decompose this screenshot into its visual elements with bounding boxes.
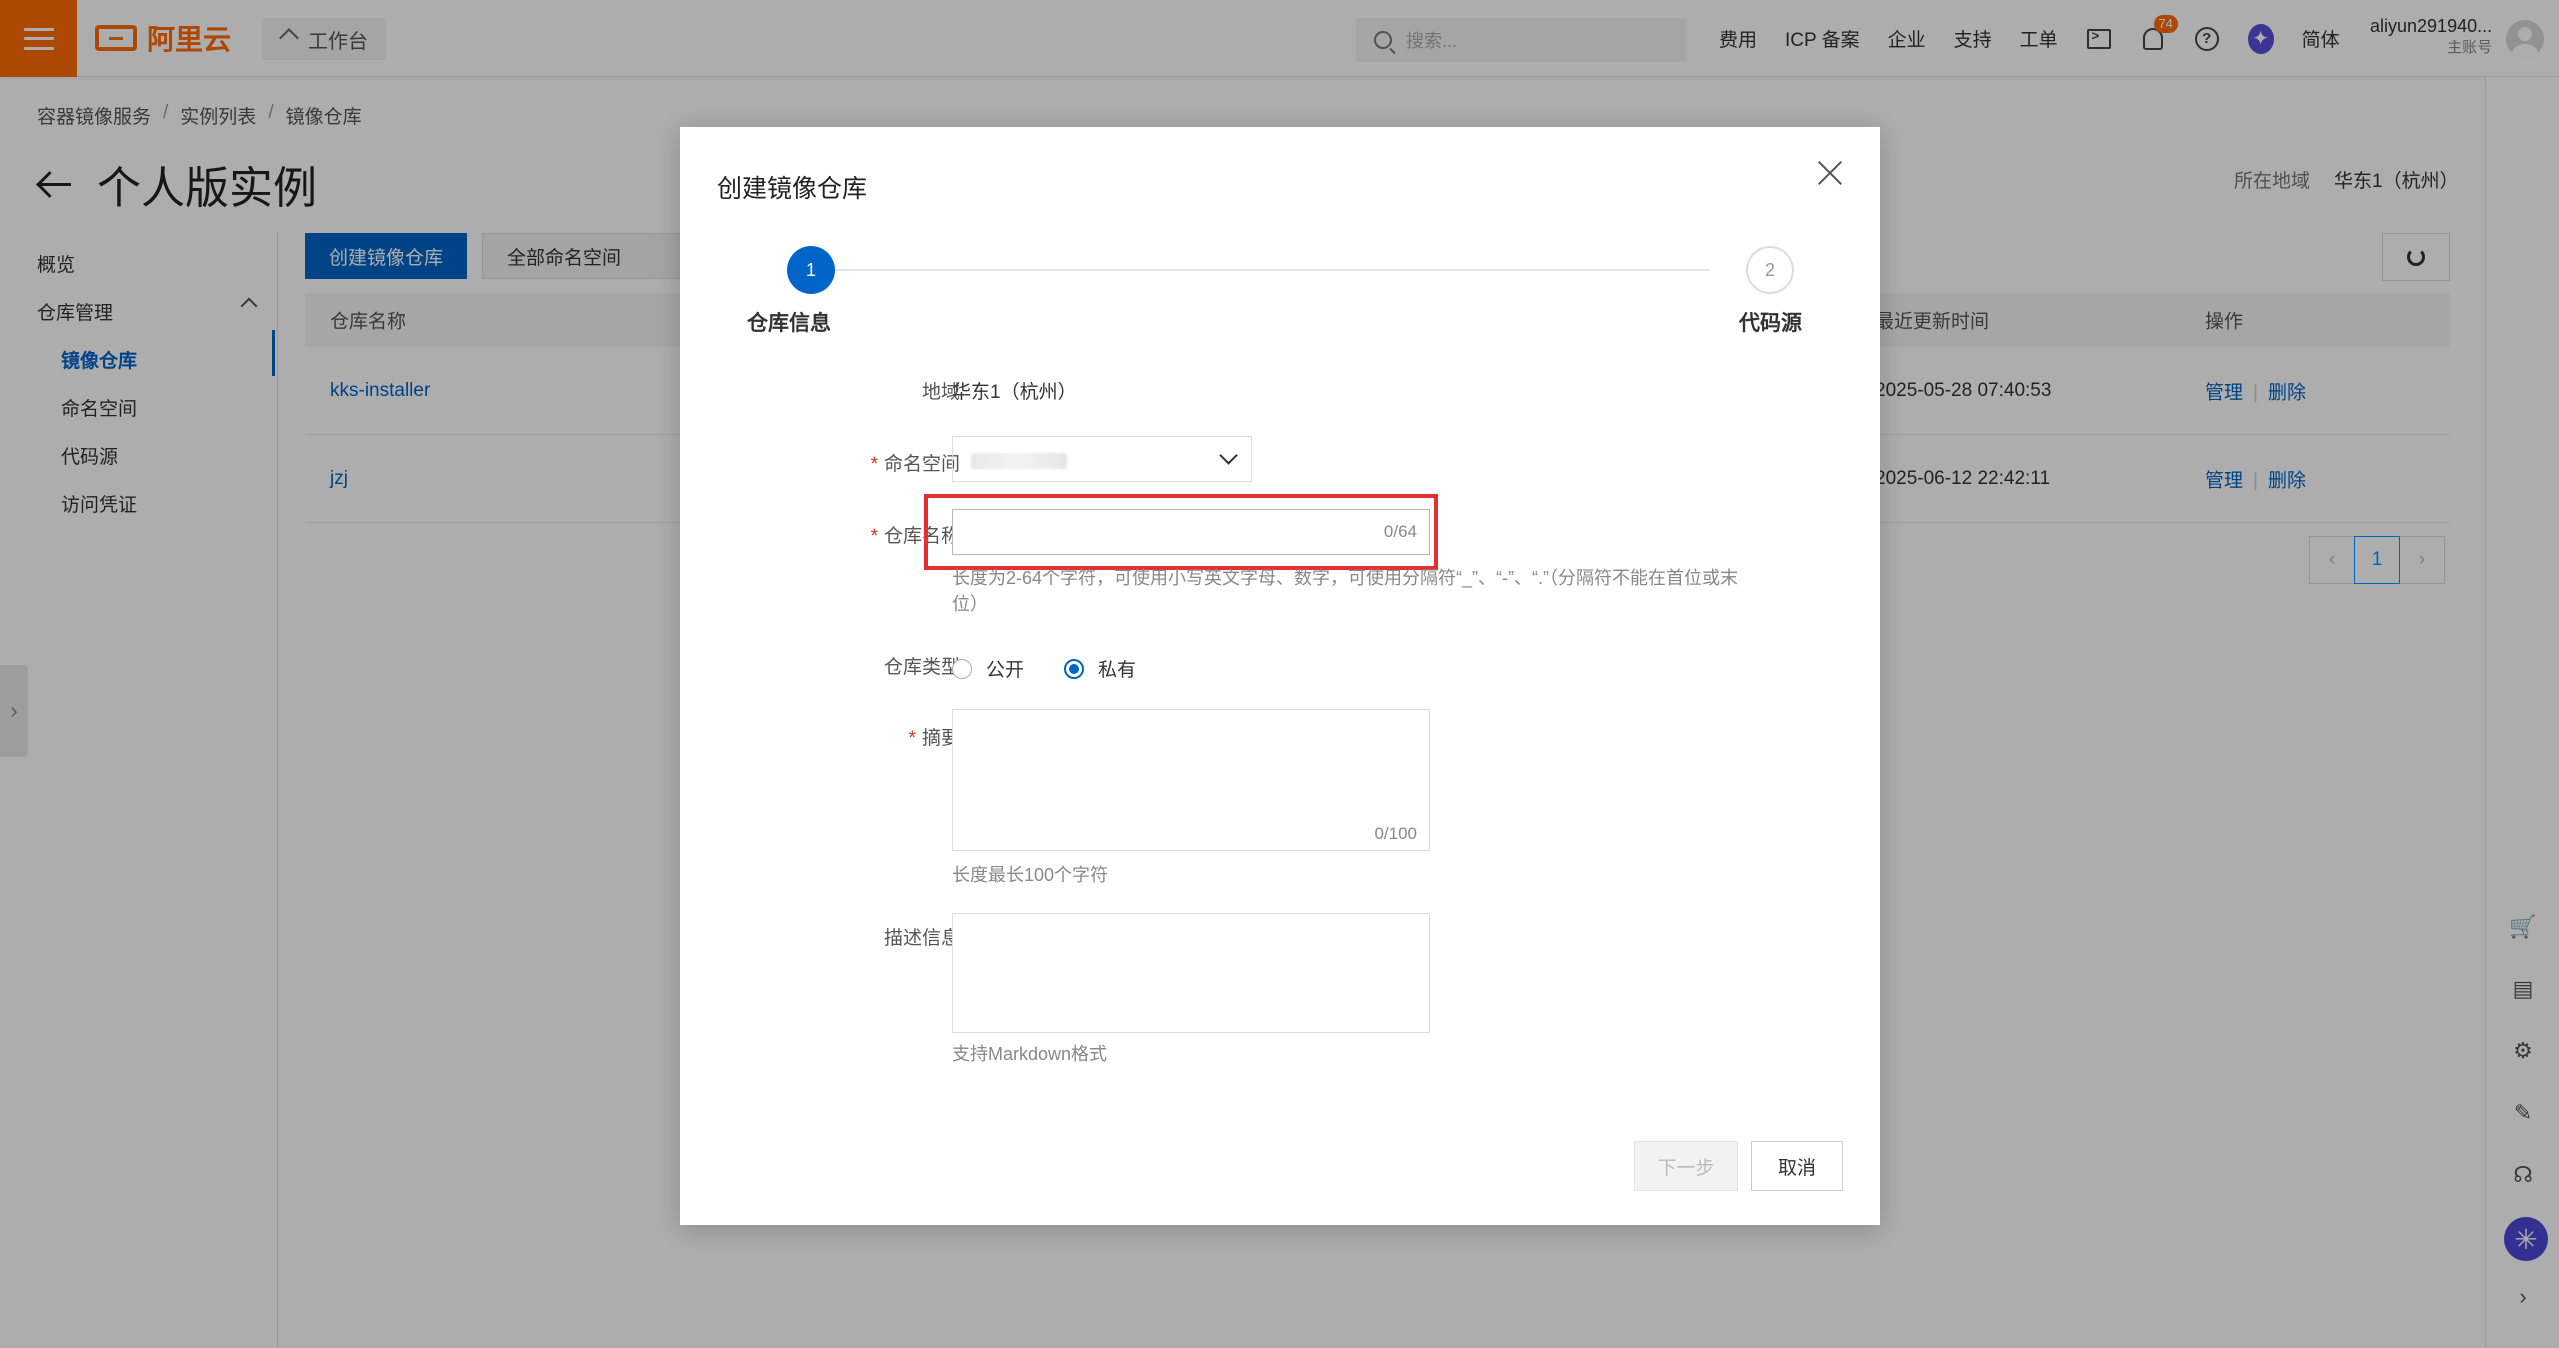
create-repo-dialog: 创建镜像仓库 1 2 仓库信息 代码源 地域 华东1（杭州） * 命名空间 * 仓库… (680, 127, 1880, 1225)
radio-public[interactable]: 公开 (952, 655, 1024, 682)
step-indicator-1: 1 (787, 246, 835, 294)
step-label-repo-info: 仓库信息 (747, 312, 831, 335)
radio-private[interactable]: 私有 (1064, 655, 1136, 682)
repo-type-field-label: 仓库类型 (883, 657, 960, 678)
cancel-button[interactable]: 取消 (1751, 1141, 1843, 1191)
summary-textarea[interactable]: 0/100 (952, 709, 1430, 851)
description-textarea[interactable] (952, 913, 1430, 1033)
page-number[interactable]: 1 (2354, 536, 2400, 584)
next-step-button[interactable]: 下一步 (1634, 1141, 1738, 1191)
namespace-select[interactable] (952, 436, 1252, 482)
close-icon[interactable] (1816, 159, 1844, 187)
region-field-label: 地域 (921, 382, 960, 403)
step-label-code-source: 代码源 (1739, 312, 1802, 335)
repo-name-counter: 0/64 (1383, 522, 1417, 541)
region-field-value: 华东1（杭州） (952, 382, 1077, 403)
repo-name-hint: 长度为2-64个字符，可使用小写英文字母、数字，可使用分隔符“_”、“-”、“.… (952, 568, 1738, 615)
step-indicator-2: 2 (1746, 246, 1794, 294)
summary-counter: 0/100 (1374, 824, 1417, 843)
repo-type-radio-group: 公开 私有 (952, 655, 1176, 682)
summary-field-label: * 摘要 (908, 728, 960, 749)
chevron-down-icon (1219, 446, 1238, 465)
description-hint: 支持Markdown格式 (952, 1044, 1108, 1064)
namespace-field-label: * 命名空间 (870, 454, 960, 475)
description-field-label: 描述信息 (883, 928, 960, 949)
step-progress-line (810, 269, 1710, 271)
namespace-selected-value-redacted (971, 453, 1067, 469)
dialog-title: 创建镜像仓库 (717, 175, 868, 203)
repo-name-input[interactable]: 0/64 (952, 509, 1430, 555)
summary-hint: 长度最长100个字符 (952, 865, 1109, 885)
